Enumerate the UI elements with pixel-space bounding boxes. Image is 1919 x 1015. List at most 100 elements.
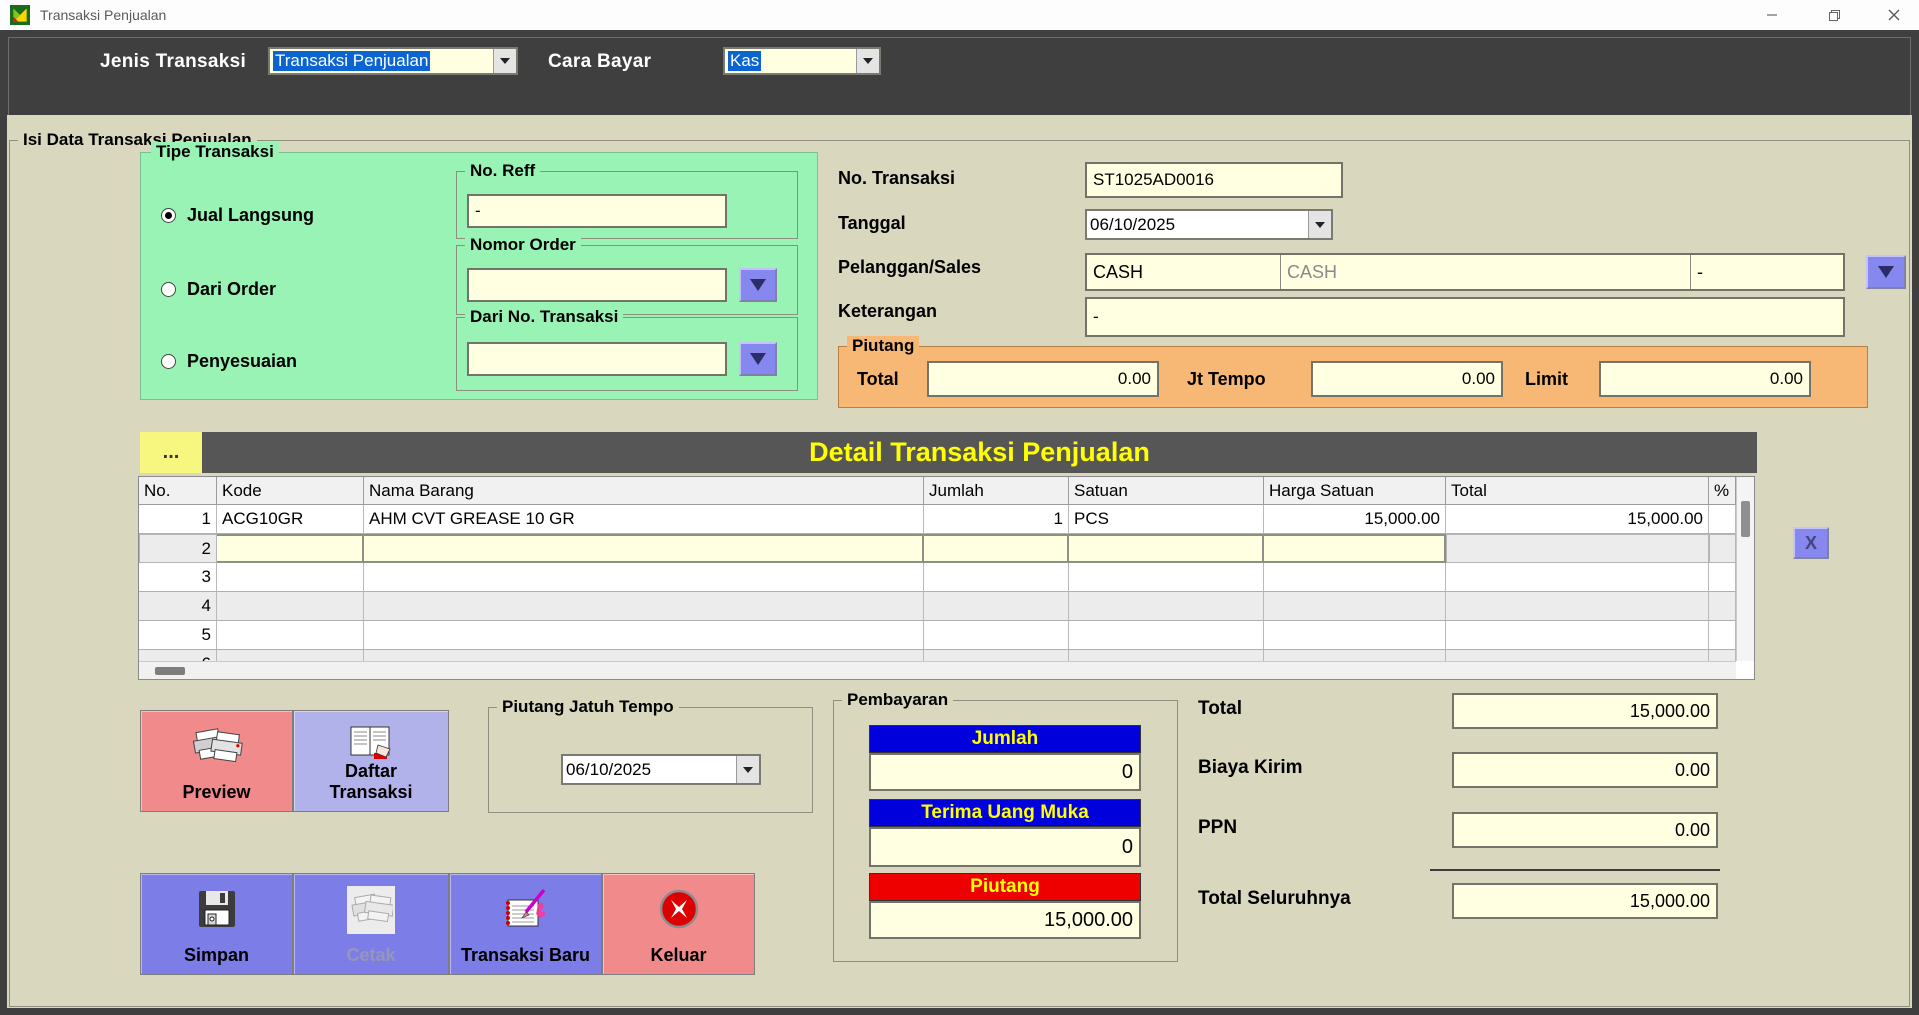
cell-total[interactable]: 15,000.00	[1446, 505, 1709, 534]
cara-bayar-select[interactable]: Kas	[723, 47, 881, 75]
total-seluruhnya-field[interactable]: 15,000.00	[1452, 883, 1718, 919]
pelanggan-code-field[interactable]: CASH	[1087, 255, 1281, 289]
cell-harga[interactable]	[1264, 534, 1446, 563]
cell-pct[interactable]	[1709, 650, 1736, 661]
keluar-button[interactable]: Keluar	[602, 873, 755, 975]
piutang-limit-field[interactable]: 0.00	[1599, 361, 1811, 397]
radio-jual-langsung[interactable]: Jual Langsung	[161, 205, 314, 226]
cell-jumlah[interactable]: 1	[924, 505, 1069, 534]
pelanggan-extra-field[interactable]: -	[1691, 255, 1843, 289]
dari-no-transaksi-lookup-button[interactable]	[739, 342, 777, 376]
jenis-transaksi-select[interactable]: Transaksi Penjualan	[268, 47, 518, 75]
table-row[interactable]: 5	[139, 621, 1736, 650]
table-row[interactable]: 3	[139, 563, 1736, 592]
no-reff-input[interactable]: -	[467, 194, 727, 228]
cell-satuan[interactable]: PCS	[1069, 505, 1264, 534]
chevron-down-icon[interactable]	[736, 756, 759, 783]
cell-satuan[interactable]	[1069, 534, 1264, 563]
cetak-button[interactable]: Cetak	[293, 873, 449, 975]
cell-nama[interactable]: AHM CVT GREASE 10 GR	[364, 505, 924, 534]
cell-nama[interactable]	[364, 534, 924, 563]
delete-row-button[interactable]: X	[1793, 527, 1829, 559]
preview-button[interactable]: Preview	[140, 710, 293, 812]
cell-harga[interactable]	[1264, 592, 1446, 621]
cell-jumlah[interactable]	[924, 621, 1069, 650]
cell-no[interactable]: 4	[139, 592, 217, 621]
cell-nama[interactable]	[364, 563, 924, 592]
no-transaksi-field[interactable]: ST1025AD0016	[1085, 162, 1343, 198]
cell-no[interactable]: 3	[139, 563, 217, 592]
cell-total[interactable]	[1446, 621, 1709, 650]
cell-total[interactable]	[1446, 592, 1709, 621]
cell-harga[interactable]	[1264, 621, 1446, 650]
cell-kode[interactable]	[217, 592, 364, 621]
simpan-button[interactable]: Simpan	[140, 873, 293, 975]
tanggal-datepicker[interactable]: 06/10/2025	[1085, 209, 1333, 240]
cell-no[interactable]: 2	[139, 534, 217, 563]
piutang-jatuh-tempo-datepicker[interactable]: 06/10/2025	[561, 754, 761, 785]
cell-total[interactable]	[1446, 650, 1709, 661]
daftar-transaksi-button[interactable]: Daftar Transaksi	[293, 710, 449, 812]
vertical-scrollbar[interactable]	[1736, 477, 1754, 661]
terima-uang-muka-field[interactable]: 0	[869, 827, 1141, 867]
nomor-order-input[interactable]	[467, 268, 727, 302]
cell-pct[interactable]	[1709, 534, 1736, 563]
table-row[interactable]: 1ACG10GRAHM CVT GREASE 10 GR1PCS15,000.0…	[139, 505, 1736, 534]
cell-pct[interactable]	[1709, 505, 1736, 534]
biaya-kirim-field[interactable]: 0.00	[1452, 752, 1718, 788]
cell-satuan[interactable]	[1069, 650, 1264, 661]
table-row[interactable]: 2	[139, 534, 1736, 563]
piutang-field[interactable]: 15,000.00	[869, 901, 1141, 939]
pelanggan-lookup-button[interactable]	[1866, 255, 1906, 289]
cell-jumlah[interactable]	[924, 534, 1069, 563]
cell-jumlah[interactable]	[924, 650, 1069, 661]
table-row[interactable]: 4	[139, 592, 1736, 621]
cell-kode[interactable]	[217, 534, 364, 563]
radio-dari-order[interactable]: Dari Order	[161, 279, 276, 300]
jumlah-field[interactable]: 0	[869, 753, 1141, 791]
ppn-field[interactable]: 0.00	[1452, 812, 1718, 848]
cell-harga[interactable]	[1264, 563, 1446, 592]
cell-kode[interactable]	[217, 650, 364, 661]
cell-total[interactable]	[1446, 563, 1709, 592]
cell-pct[interactable]	[1709, 592, 1736, 621]
cell-no[interactable]: 6	[139, 650, 217, 661]
cell-nama[interactable]	[364, 592, 924, 621]
cell-no[interactable]: 5	[139, 621, 217, 650]
piutang-jt-tempo-field[interactable]: 0.00	[1311, 361, 1503, 397]
scrollbar-thumb[interactable]	[155, 667, 185, 675]
cell-harga[interactable]: 15,000.00	[1264, 505, 1446, 534]
nomor-order-lookup-button[interactable]	[739, 268, 777, 302]
cell-satuan[interactable]	[1069, 592, 1264, 621]
cell-jumlah[interactable]	[924, 563, 1069, 592]
piutang-total-field[interactable]: 0.00	[927, 361, 1159, 397]
table-row[interactable]: 6	[139, 650, 1736, 661]
cell-pct[interactable]	[1709, 563, 1736, 592]
cell-harga[interactable]	[1264, 650, 1446, 661]
scrollbar-thumb[interactable]	[1741, 501, 1750, 537]
horizontal-scrollbar[interactable]	[139, 661, 1736, 679]
pelanggan-name-field[interactable]: CASH	[1281, 255, 1691, 289]
transaksi-baru-button[interactable]: Transaksi Baru	[449, 873, 602, 975]
cell-no[interactable]: 1	[139, 505, 217, 534]
cell-satuan[interactable]	[1069, 563, 1264, 592]
cell-kode[interactable]: ACG10GR	[217, 505, 364, 534]
cell-pct[interactable]	[1709, 621, 1736, 650]
cell-kode[interactable]	[217, 621, 364, 650]
cell-total[interactable]	[1446, 534, 1709, 563]
minimize-button[interactable]	[1749, 0, 1795, 30]
cell-kode[interactable]	[217, 563, 364, 592]
close-icon[interactable]	[1871, 0, 1917, 30]
cell-jumlah[interactable]	[924, 592, 1069, 621]
radio-penyesuaian[interactable]: Penyesuaian	[161, 351, 297, 372]
dari-no-transaksi-input[interactable]	[467, 342, 727, 376]
keterangan-input[interactable]: -	[1085, 297, 1845, 337]
cell-nama[interactable]	[364, 650, 924, 661]
chevron-down-icon[interactable]	[856, 49, 879, 73]
cell-satuan[interactable]	[1069, 621, 1264, 650]
total-field[interactable]: 15,000.00	[1452, 693, 1718, 729]
chevron-down-icon[interactable]	[1308, 211, 1331, 238]
cell-nama[interactable]	[364, 621, 924, 650]
detail-more-button[interactable]: ...	[140, 432, 202, 473]
restore-button[interactable]	[1811, 0, 1857, 30]
